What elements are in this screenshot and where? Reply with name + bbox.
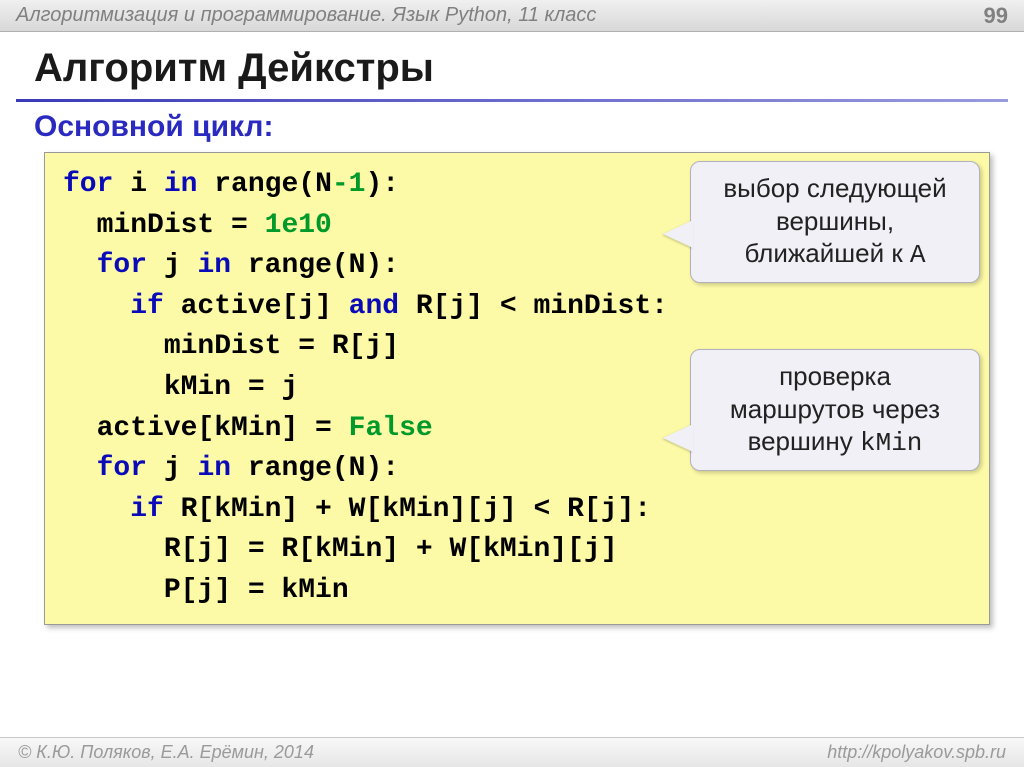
callout1-code: A (910, 240, 926, 270)
page-number: 99 (984, 3, 1008, 29)
callout2-line3a: вершину (748, 426, 860, 456)
title-rule (16, 99, 1008, 102)
callout-tail-icon (663, 220, 693, 248)
callout1-line1: выбор следующей (723, 173, 946, 203)
callout2-line1: проверка (779, 361, 891, 391)
course-title: Алгоритмизация и программирование. Язык … (16, 4, 596, 27)
callout1-line3a: ближайшей к (744, 238, 909, 268)
slide-title: Алгоритм Дейкстры (0, 32, 1024, 99)
site-url: http://kpolyakov.spb.ru (827, 742, 1006, 763)
callout2-code: kMin (860, 428, 922, 458)
callout1-line2: вершины, (776, 206, 894, 236)
callout-next-vertex: выбор следующей вершины, ближайшей к A (690, 161, 980, 283)
slide-header: Алгоритмизация и программирование. Язык … (0, 0, 1024, 32)
callout-tail-icon (663, 424, 693, 452)
copyright: © К.Ю. Поляков, Е.А. Ерёмин, 2014 (18, 742, 314, 763)
slide-subtitle: Основной цикл: (0, 108, 1024, 152)
slide-footer: © К.Ю. Поляков, Е.А. Ерёмин, 2014 http:/… (0, 737, 1024, 767)
callout-check-routes: проверка маршрутов через вершину kMin (690, 349, 980, 471)
callout2-line2: маршрутов через (730, 394, 940, 424)
